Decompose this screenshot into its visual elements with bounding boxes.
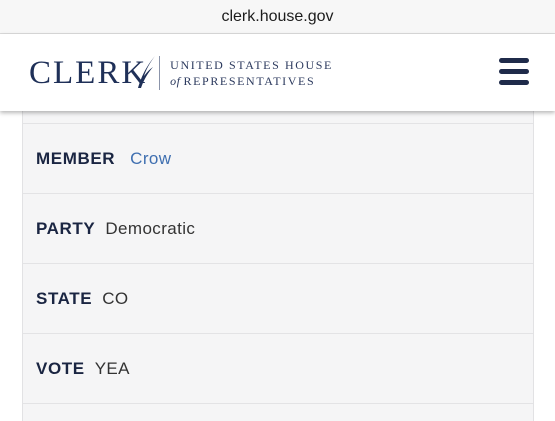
party-value: Democratic — [105, 218, 196, 238]
vote-value: YEA — [94, 358, 130, 378]
clerk-logo[interactable]: CLERK UNITED STATES HOUSE of REPRESENTATI… — [29, 53, 333, 93]
party-row: PARTY Democratic — [23, 194, 533, 264]
menu-bar — [499, 58, 529, 63]
logo-wordmark: CLERK — [29, 54, 155, 91]
logo-subtitle-line2: REPRESENTATIVES — [183, 74, 316, 88]
party-label: PARTY — [36, 218, 96, 238]
state-value: CO — [102, 288, 129, 308]
member-row: MEMBER Crow — [23, 124, 533, 194]
panel-top-divider — [23, 111, 533, 124]
vote-label: VOTE — [36, 358, 85, 378]
vote-row: VOTE YEA — [23, 334, 533, 404]
member-label: MEMBER — [36, 148, 116, 168]
logo-subtitle-of: of — [170, 74, 181, 88]
logo-divider — [159, 56, 161, 90]
logo-subtitle-line1: UNITED STATES HOUSE — [170, 58, 333, 72]
member-link[interactable]: Crow — [130, 149, 171, 169]
url-text[interactable]: clerk.house.gov — [221, 8, 333, 26]
quill-icon — [138, 55, 155, 88]
state-label: STATE — [36, 288, 93, 308]
menu-bar — [499, 80, 529, 85]
menu-bar — [499, 69, 529, 74]
site-header: CLERK UNITED STATES HOUSE of REPRESENTATI… — [0, 34, 555, 111]
state-row: STATE CO — [23, 264, 533, 334]
logo-wordmark-text: CLERK — [29, 54, 148, 91]
logo-subtitle-line2-wrap: of REPRESENTATIVES — [170, 73, 333, 89]
hamburger-menu-icon[interactable] — [499, 58, 529, 86]
vote-record-panel: MEMBER Crow PARTY Democratic STATE CO VO… — [22, 111, 534, 421]
browser-url-bar[interactable]: clerk.house.gov — [0, 0, 555, 34]
logo-subtitle: UNITED STATES HOUSE of REPRESENTATIVES — [170, 57, 333, 89]
